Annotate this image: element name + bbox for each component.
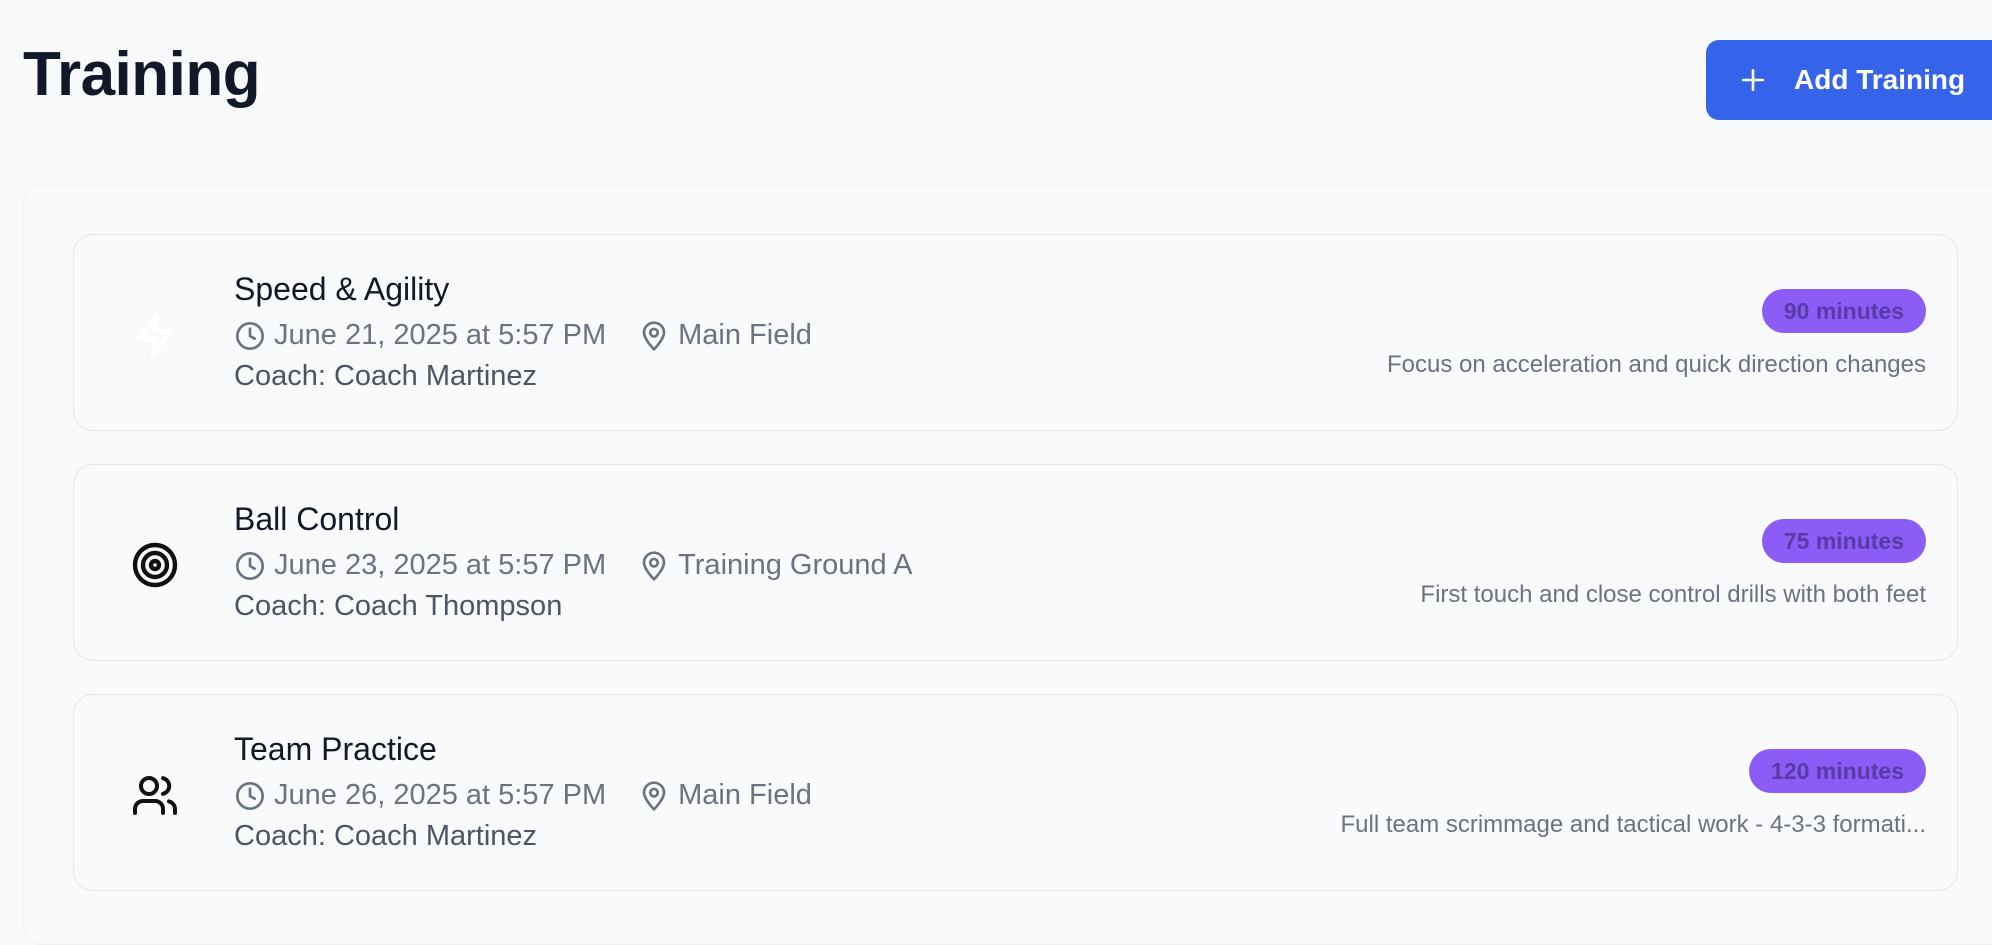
training-location: Main Field <box>638 319 812 352</box>
training-location: Main Field <box>638 779 812 812</box>
training-description: Full team scrimmage and tactical work - … <box>1340 811 1926 838</box>
training-datetime: June 23, 2025 at 5:57 PM <box>274 549 607 581</box>
training-title: Speed & Agility <box>234 271 450 307</box>
training-card[interactable]: Team Practice June 26, 2025 at 5:57 PM M… <box>73 694 1958 891</box>
clock-icon <box>236 551 264 580</box>
training-meta: June 26, 2025 at 5:57 PM Main Field <box>234 779 812 812</box>
duration-badge: 120 minutes <box>1749 749 1926 793</box>
training-location: Training Ground A <box>638 549 912 582</box>
training-card[interactable]: Speed & Agility June 21, 2025 at 5:57 PM… <box>73 234 1958 431</box>
training-description: First touch and close control drills wit… <box>1420 581 1926 608</box>
training-title: Team Practice <box>234 731 437 767</box>
training-meta: June 21, 2025 at 5:57 PM Main Field <box>234 319 812 352</box>
users-icon <box>133 776 177 815</box>
training-coach: Coach: Coach Martinez <box>234 360 538 392</box>
bolt-icon <box>137 313 173 357</box>
page-title: Training <box>23 40 261 109</box>
add-training-button[interactable]: Add Training <box>1706 40 1992 120</box>
duration-badge: 75 minutes <box>1761 519 1926 563</box>
training-meta: June 23, 2025 at 5:57 PM Training Ground… <box>234 549 912 582</box>
duration-badge: 90 minutes <box>1761 289 1926 333</box>
clock-icon <box>236 781 264 810</box>
training-coach: Coach: Coach Thompson <box>234 590 563 622</box>
training-description: Focus on acceleration and quick directio… <box>1387 351 1926 378</box>
training-datetime: June 21, 2025 at 5:57 PM <box>274 319 607 351</box>
training-datetime: June 26, 2025 at 5:57 PM <box>274 779 607 811</box>
training-card[interactable]: Ball Control June 23, 2025 at 5:57 PM Tr… <box>73 464 1958 661</box>
training-title: Ball Control <box>234 501 400 537</box>
map-pin-icon <box>642 780 666 811</box>
training-location-label: Training Ground A <box>678 549 913 581</box>
target-icon <box>132 542 178 588</box>
add-training-label: Add Training <box>1794 64 1966 95</box>
clock-icon <box>236 321 264 350</box>
map-pin-icon <box>642 550 666 581</box>
training-location-label: Main Field <box>678 779 812 811</box>
training-location-label: Main Field <box>678 319 812 351</box>
plus-icon <box>1741 68 1765 92</box>
training-coach: Coach: Coach Martinez <box>234 820 538 852</box>
map-pin-icon <box>642 320 666 351</box>
